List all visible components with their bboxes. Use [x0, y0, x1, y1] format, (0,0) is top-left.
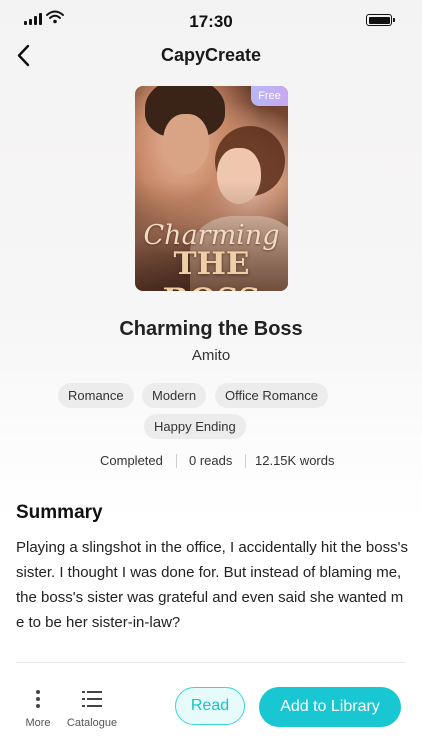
tag-happy-ending[interactable]: Happy Ending	[144, 414, 246, 439]
add-to-library-button[interactable]: Add to Library	[259, 687, 401, 727]
catalogue-label: Catalogue	[66, 717, 118, 729]
more-button[interactable]: More	[22, 688, 54, 729]
read-button[interactable]: Read	[175, 687, 245, 725]
book-stats: Completed 0 reads 12.15K words	[0, 453, 422, 469]
stat-status: Completed	[100, 453, 163, 468]
cover-title-line2: THE BOSS	[163, 246, 261, 291]
catalogue-list-icon	[82, 691, 102, 707]
tag-office-romance[interactable]: Office Romance	[215, 383, 328, 408]
stat-divider	[176, 454, 177, 468]
cover-art-face	[163, 114, 209, 174]
book-cover[interactable]: Charming THE BOSS Free	[135, 86, 288, 291]
free-badge: Free	[251, 86, 288, 106]
book-author[interactable]: Amito	[0, 347, 422, 364]
summary-heading: Summary	[16, 502, 103, 523]
stat-reads: 0 reads	[189, 453, 233, 468]
top-nav: CapyCreate	[0, 42, 422, 70]
battery-icon	[366, 14, 395, 26]
book-title: Charming the Boss	[119, 318, 303, 340]
stat-words: 12.15K words	[255, 453, 335, 468]
page-title: CapyCreate	[160, 45, 262, 65]
status-time: 17:30	[189, 12, 233, 31]
divider	[16, 662, 406, 663]
catalogue-button[interactable]: Catalogue	[64, 688, 120, 729]
bottom-action-bar: More Catalogue Read Add to Library	[0, 676, 422, 750]
status-bar: 17:30	[0, 0, 422, 42]
summary-text: Playing a slingshot in the office, I acc…	[16, 539, 408, 631]
tag-romance[interactable]: Romance	[58, 383, 134, 408]
tag-modern[interactable]: Modern	[142, 383, 207, 408]
stat-divider	[245, 454, 246, 468]
more-label: More	[25, 717, 51, 729]
more-vertical-icon	[36, 690, 40, 708]
